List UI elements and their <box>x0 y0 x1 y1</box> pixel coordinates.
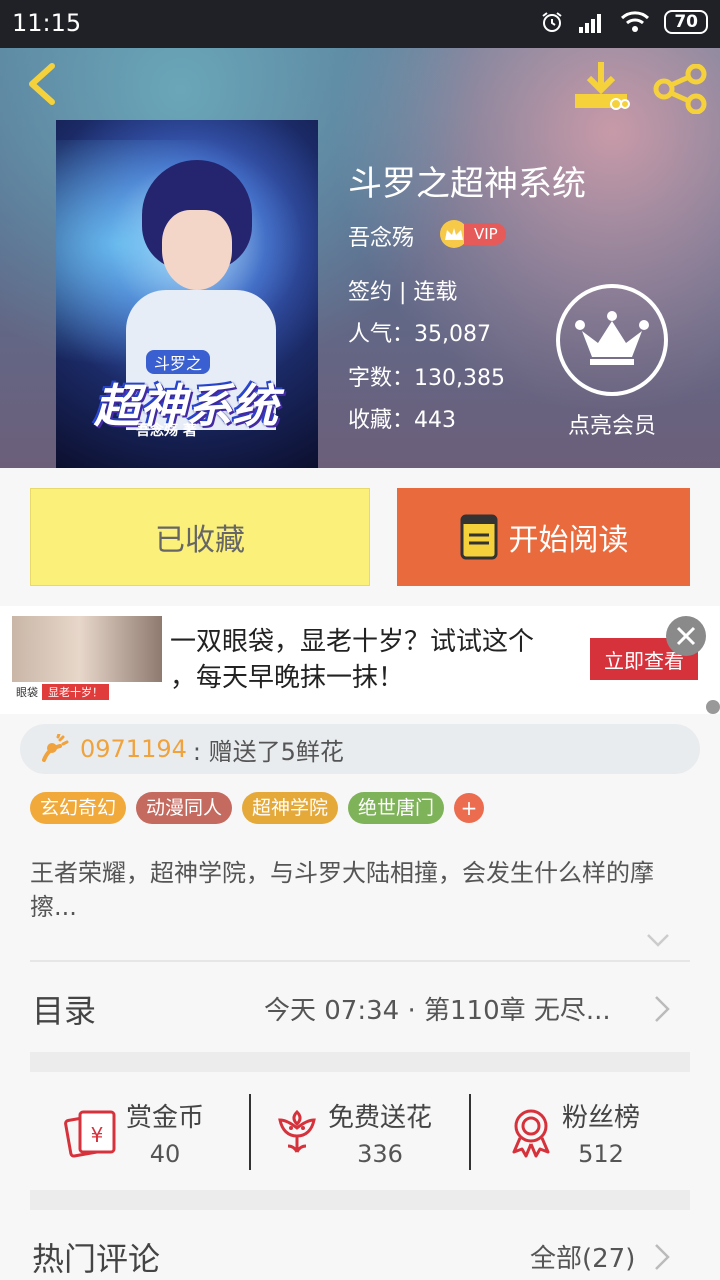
book-icon <box>460 514 497 560</box>
book-description[interactable]: 王者荣耀，超神学院，与斗罗大陆相撞，会发生什么样的摩擦... <box>30 856 690 924</box>
support-stats: ¥ 赏金币 40 免费送花 336 粉丝榜 512 <box>0 1074 720 1190</box>
section-gap <box>30 1052 690 1072</box>
book-header: 斗罗之 超神系统 吾念殇 著 斗罗之超神系统 吾念殇 VIP 签约 | 连载 人… <box>0 48 720 468</box>
tag-anime[interactable]: 动漫同人 <box>136 792 233 824</box>
member-label[interactable]: 点亮会员 <box>540 408 684 440</box>
chevron-down-icon[interactable] <box>644 930 672 950</box>
reward-coins[interactable]: ¥ 赏金币 40 <box>64 1074 204 1190</box>
book-status: 签约 | 连载 <box>348 280 458 305</box>
alarm-icon <box>542 12 562 32</box>
flower-gift-icon <box>42 734 69 762</box>
ad-line-1: 一双眼袋，显老十岁？试试这个 <box>170 627 535 657</box>
stat-value: 512 <box>578 1139 624 1168</box>
hot-comments-header[interactable]: 热门评论 全部(27) <box>0 1212 720 1280</box>
gift-notice: 0971194 : 赠送了5鲜花 <box>20 724 700 774</box>
divider <box>469 1094 471 1170</box>
flower-icon <box>278 1109 316 1153</box>
back-arrow-icon[interactable] <box>20 60 66 108</box>
tag-tangmen[interactable]: 绝世唐门 <box>348 792 445 824</box>
collected-button[interactable]: 已收藏 <box>30 488 370 586</box>
share-icon[interactable] <box>652 64 708 114</box>
book-popularity: 人气：35,087 <box>348 322 491 347</box>
table-of-contents-row[interactable]: 目录 今天 07:34 · 第110章 无尽... <box>0 964 720 1052</box>
gift-user-id: 0971194 <box>80 735 187 763</box>
cover-author: 吾念殇 著 <box>136 423 197 439</box>
ad-image-caption: 眼袋 显老十岁！ <box>12 682 162 702</box>
all-comments-link[interactable]: 全部(27) <box>530 1238 635 1275</box>
book-word-count: 字数：130,385 <box>348 366 505 391</box>
toc-label: 目录 <box>32 992 97 1030</box>
vip-label: VIP <box>464 223 506 245</box>
fan-ranking[interactable]: 粉丝榜 512 <box>506 1074 640 1190</box>
signal-icon <box>579 14 602 33</box>
red-envelope-icon: ¥ <box>64 1110 116 1158</box>
start-reading-button[interactable]: 开始阅读 <box>397 488 690 586</box>
add-tag-button[interactable]: + <box>454 793 485 823</box>
gift-message: : 赠送了5鲜花 <box>192 737 344 766</box>
battery-indicator: 70 <box>664 10 708 34</box>
ad-image: 眼袋 显老十岁！ <box>12 616 162 702</box>
divider <box>30 960 690 962</box>
book-favorites: 收藏：443 <box>348 408 456 433</box>
stat-value: 40 <box>149 1139 181 1168</box>
status-time: 11:15 <box>12 9 82 37</box>
wifi-icon <box>621 11 650 32</box>
send-flowers[interactable]: 免费送花 336 <box>272 1074 432 1190</box>
ad-badge-brand: 眼袋 <box>16 686 38 699</box>
collected-label: 已收藏 <box>155 523 245 558</box>
stat-value: 336 <box>357 1139 403 1168</box>
member-button[interactable] <box>556 284 668 396</box>
section-gap <box>30 1190 690 1210</box>
genre-tags: 玄幻奇幻 动漫同人 超神学院 绝世唐门 + <box>30 792 485 824</box>
latest-chapter: 今天 07:34 · 第110章 无尽... <box>264 996 611 1026</box>
stat-name: 免费送花 <box>328 1102 433 1133</box>
ad-line-2: ，每天早晚抹一抹！ <box>170 663 405 693</box>
book-title: 斗罗之超神系统 <box>348 164 586 204</box>
ad-badge-red: 显老十岁！ <box>42 684 109 700</box>
tag-xuanhuan[interactable]: 玄幻奇幻 <box>30 792 127 824</box>
ad-text: 一双眼袋，显老十岁？试试这个 ，每天早晚抹一抹！ <box>170 624 534 696</box>
stat-name: 赏金币 <box>126 1102 205 1133</box>
cover-character-face <box>162 210 232 290</box>
divider <box>249 1094 251 1170</box>
medal-icon <box>512 1109 550 1158</box>
hot-comments-label: 热门评论 <box>32 1240 161 1278</box>
ad-close-icon[interactable] <box>666 616 706 656</box>
chevron-right-icon <box>655 996 670 1022</box>
start-reading-label: 开始阅读 <box>508 523 629 558</box>
book-cover[interactable]: 斗罗之 超神系统 吾念殇 著 <box>56 120 318 468</box>
tag-chaoshen[interactable]: 超神学院 <box>242 792 339 824</box>
vip-badge: VIP <box>440 220 506 248</box>
ad-info-icon[interactable] <box>706 700 720 714</box>
download-icon[interactable] <box>572 60 630 112</box>
stat-name: 粉丝榜 <box>562 1102 641 1133</box>
book-author[interactable]: 吾念殇 <box>348 220 414 252</box>
chevron-right-icon <box>655 1244 670 1270</box>
status-bar: 11:15 70 <box>0 0 720 48</box>
svg-text:¥: ¥ <box>91 1123 104 1147</box>
ad-banner[interactable]: 眼袋 显老十岁！ 一双眼袋，显老十岁？试试这个 ，每天早晚抹一抹！ 立即查看 <box>0 606 720 714</box>
crown-icon <box>575 311 649 365</box>
status-icons: 70 <box>540 10 708 34</box>
